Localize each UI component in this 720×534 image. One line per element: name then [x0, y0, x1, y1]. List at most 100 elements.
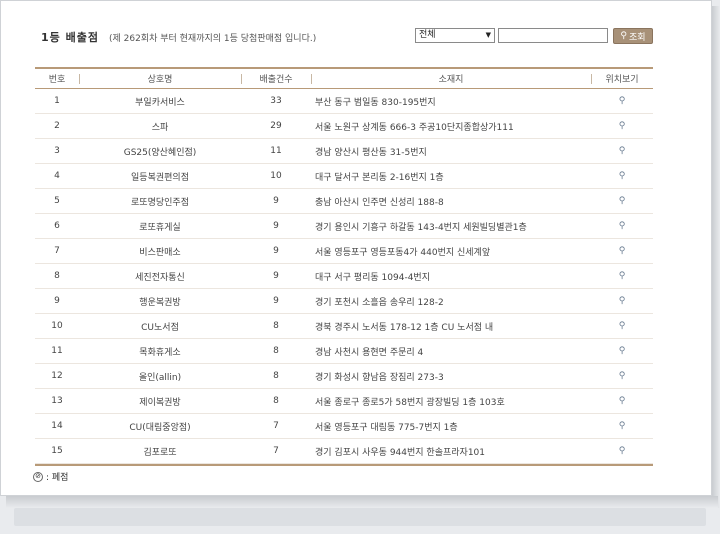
win-count: 9 — [273, 296, 279, 306]
col-header-name: 상호명 — [79, 72, 241, 85]
store-name: 세진전자통신 — [135, 272, 185, 283]
table-row: 13 제이복권방 8 서울 종로구 종로5가 58번지 광장빌딩 1층 103호 ⚲ — [35, 389, 653, 414]
row-number: 10 — [51, 321, 63, 331]
store-name: 비스판매소 — [139, 247, 181, 258]
win-count: 9 — [273, 271, 279, 281]
page-frame: 1등 배출점 (제 262회차 부터 현재까지의 1등 당첨판매점 입니다.) … — [0, 0, 712, 496]
store-address: 대구 달서구 본리동 2-16번지 1층 — [315, 172, 444, 183]
store-name: 제이복권방 — [139, 397, 181, 408]
magnifier-icon[interactable]: ⚲ — [619, 171, 626, 181]
row-number: 12 — [51, 371, 63, 381]
store-name: 목화휴게소 — [139, 347, 181, 358]
store-address: 경기 포천시 소흘읍 송우리 128-2 — [315, 297, 444, 308]
magnifier-icon[interactable]: ⚲ — [619, 321, 626, 331]
store-name: 로또명당인주점 — [131, 197, 189, 208]
search-input[interactable] — [498, 28, 608, 43]
win-count: 8 — [273, 371, 279, 381]
table-row: 8 세진전자통신 9 대구 서구 평리동 1094-4번지 ⚲ — [35, 264, 653, 289]
window-shadow-bottom — [6, 496, 718, 508]
row-number: 13 — [51, 396, 63, 406]
row-number: 8 — [54, 271, 60, 281]
store-name: GS25(양산혜인점) — [123, 147, 197, 158]
magnifier-icon[interactable]: ⚲ — [619, 446, 626, 456]
table-row: 1 부일카서비스 33 부산 동구 범일동 830-195번지 ⚲ — [35, 89, 653, 114]
store-address: 경기 용인시 기흥구 하갈동 143-4번지 세원빌딩별관1층 — [315, 222, 527, 233]
store-address: 충남 아산시 인주면 신성리 188-8 — [315, 197, 444, 208]
closed-store-icon: ⊘ — [33, 471, 43, 482]
store-address: 서울 영등포구 영등포동4가 440번지 신세계앞 — [315, 247, 491, 258]
win-count: 8 — [273, 346, 279, 356]
store-address: 대구 서구 평리동 1094-4번지 — [315, 272, 430, 283]
store-address: 서울 노원구 상계동 666-3 주공10단지종합상가111 — [315, 122, 514, 133]
win-count: 10 — [270, 171, 282, 181]
table-row: 10 CU노서점 8 경북 경주시 노서동 178-12 1층 CU 노서점 내 ⚲ — [35, 314, 653, 339]
location-view-cell: ⚲ — [591, 121, 653, 131]
location-view-cell: ⚲ — [591, 171, 653, 181]
region-select[interactable]: 전체 ▼ — [415, 28, 495, 43]
win-count: 8 — [273, 321, 279, 331]
search-button-label: 조회 — [629, 32, 646, 43]
table-row: 4 일등복권편의점 10 대구 달서구 본리동 2-16번지 1층 ⚲ — [35, 164, 653, 189]
row-number: 1 — [54, 96, 60, 106]
col-header-address: 소재지 — [311, 72, 591, 85]
row-number: 5 — [54, 196, 60, 206]
store-name: 로또휴게실 — [139, 222, 181, 233]
table-row: 12 올인(allin) 8 경기 화성시 향남읍 장짐리 273-3 ⚲ — [35, 364, 653, 389]
store-address: 경북 경주시 노서동 178-12 1층 CU 노서점 내 — [315, 322, 494, 333]
location-view-cell: ⚲ — [591, 96, 653, 106]
magnifier-icon[interactable]: ⚲ — [619, 121, 626, 131]
footer-band — [14, 508, 706, 526]
search-icon: ⚲ — [620, 31, 628, 41]
location-view-cell: ⚲ — [591, 371, 653, 381]
location-view-cell: ⚲ — [591, 346, 653, 356]
win-count: 9 — [273, 196, 279, 206]
magnifier-icon[interactable]: ⚲ — [619, 346, 626, 356]
location-view-cell: ⚲ — [591, 271, 653, 281]
store-name: 스파 — [151, 122, 169, 133]
store-address: 경남 사천시 용현면 주문리 4 — [315, 347, 424, 358]
magnifier-icon[interactable]: ⚲ — [619, 96, 626, 106]
store-name: CU(대림중앙점) — [129, 422, 191, 433]
magnifier-icon[interactable]: ⚲ — [619, 271, 626, 281]
row-number: 9 — [54, 296, 60, 306]
chevron-down-icon: ▼ — [485, 31, 491, 39]
page-title: 1등 배출점 — [41, 31, 99, 44]
page-subtitle: (제 262회차 부터 현재까지의 1등 당첨판매점 입니다.) — [108, 34, 317, 44]
row-number: 15 — [51, 446, 63, 456]
region-select-value: 전체 — [419, 30, 436, 40]
magnifier-icon[interactable]: ⚲ — [619, 146, 626, 156]
magnifier-icon[interactable]: ⚲ — [619, 371, 626, 381]
store-address: 경기 김포시 사우동 944번지 한솔프라자101 — [315, 447, 486, 458]
win-count: 7 — [273, 421, 279, 431]
magnifier-icon[interactable]: ⚲ — [619, 221, 626, 231]
col-header-number: 번호 — [48, 75, 66, 85]
row-number: 3 — [54, 146, 60, 156]
row-number: 11 — [51, 346, 63, 356]
page-header: 1등 배출점 (제 262회차 부터 현재까지의 1등 당첨판매점 입니다.) — [41, 29, 316, 45]
location-view-cell: ⚲ — [591, 396, 653, 406]
win-count: 33 — [270, 96, 282, 106]
location-view-cell: ⚲ — [591, 296, 653, 306]
win-count: 9 — [273, 246, 279, 256]
win-count: 9 — [273, 221, 279, 231]
window-shadow-right — [712, 6, 720, 508]
magnifier-icon[interactable]: ⚲ — [619, 296, 626, 306]
location-view-cell: ⚲ — [591, 321, 653, 331]
location-view-cell: ⚲ — [591, 196, 653, 206]
row-number: 14 — [51, 421, 63, 431]
legend: ⊘ : 폐점 — [33, 470, 68, 483]
table-row: 14 CU(대림중앙점) 7 서울 영등포구 대림동 775-7번지 1층 ⚲ — [35, 414, 653, 439]
table-row: 5 로또명당인주점 9 충남 아산시 인주면 신성리 188-8 ⚲ — [35, 189, 653, 214]
magnifier-icon[interactable]: ⚲ — [619, 196, 626, 206]
store-name: 행운복권방 — [139, 297, 181, 308]
location-view-cell: ⚲ — [591, 221, 653, 231]
search-button[interactable]: ⚲ 조회 — [613, 28, 653, 44]
table-row: 3 GS25(양산혜인점) 11 경남 양산시 평산동 31-5번지 ⚲ — [35, 139, 653, 164]
location-view-cell: ⚲ — [591, 246, 653, 256]
store-address: 서울 종로구 종로5가 58번지 광장빌딩 1층 103호 — [315, 397, 505, 408]
win-count: 11 — [270, 146, 282, 156]
magnifier-icon[interactable]: ⚲ — [619, 421, 626, 431]
store-address: 서울 영등포구 대림동 775-7번지 1층 — [315, 422, 458, 433]
magnifier-icon[interactable]: ⚲ — [619, 396, 626, 406]
magnifier-icon[interactable]: ⚲ — [619, 246, 626, 256]
